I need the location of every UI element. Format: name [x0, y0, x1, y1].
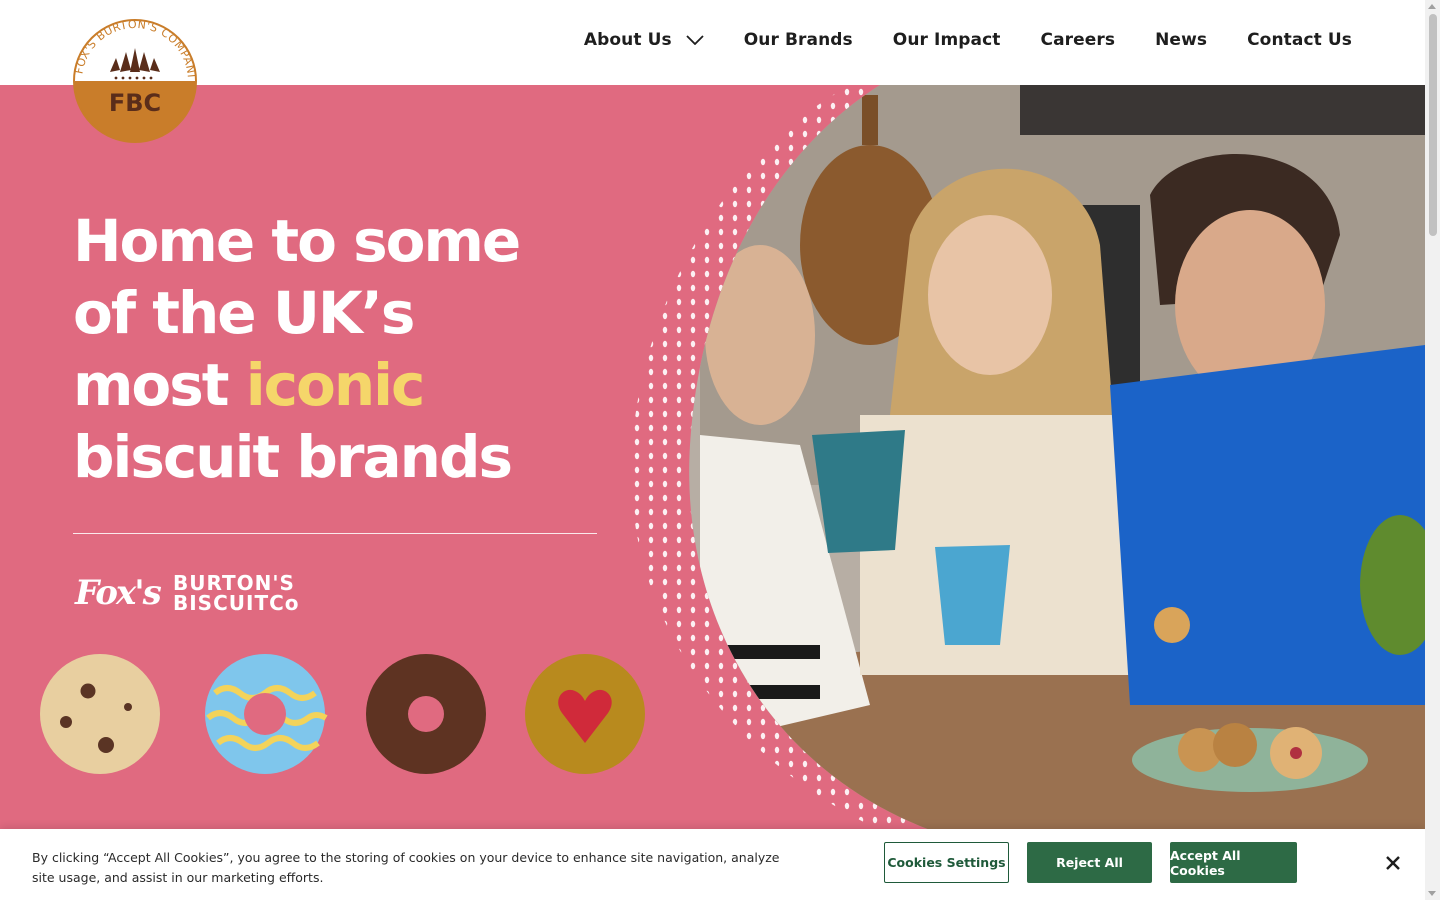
scroll-down-arrow-icon[interactable]: [1428, 891, 1436, 896]
page-scrollbar[interactable]: [1425, 0, 1440, 900]
hero-title-highlight: iconic: [245, 351, 426, 419]
nav-about-us-label: About Us: [583, 30, 672, 50]
logo-initials: FBC: [109, 89, 161, 117]
nav-news[interactable]: News: [1155, 30, 1207, 50]
hero-title-line-3: most: [73, 351, 246, 419]
fbc-logo[interactable]: FOX'S BURTON'S COMPANIES FBC: [68, 8, 198, 144]
nav-our-impact[interactable]: Our Impact: [893, 30, 1001, 50]
party-ring-biscuit-icon: [205, 654, 328, 774]
hero-title-line-4: biscuit brands: [73, 423, 513, 491]
chocolate-ring-biscuit-icon: [366, 654, 486, 774]
fbc-logo-graphic: FOX'S BURTON'S COMPANIES FBC: [68, 8, 197, 143]
nav-contact-us[interactable]: Contact Us: [1247, 30, 1352, 50]
cookie-biscuit-icon: [40, 654, 160, 774]
hero-title-line-2: of the UK’s: [73, 279, 415, 347]
brand-burtons-line-1: BURTON'S: [173, 571, 295, 595]
accept-all-cookies-button[interactable]: Accept All Cookies: [1170, 842, 1297, 883]
close-icon[interactable]: [1383, 853, 1403, 873]
main-nav: About Us Our Brands Our Impact Careers N…: [584, 30, 1352, 50]
cookies-settings-button[interactable]: Cookies Settings: [884, 842, 1009, 883]
scrollbar-thumb[interactable]: [1429, 14, 1437, 236]
hero-title-line-1: Home to some: [73, 207, 521, 275]
nav-our-brands[interactable]: Our Brands: [744, 30, 853, 50]
hero-title: Home to some of the UK’s most iconic bis…: [73, 205, 673, 493]
jammie-heart-biscuit-icon: [525, 654, 645, 774]
nav-about-us[interactable]: About Us: [584, 30, 704, 50]
nav-careers[interactable]: Careers: [1041, 30, 1116, 50]
scroll-up-arrow-icon[interactable]: [1428, 4, 1436, 9]
chevron-down-icon: [686, 35, 704, 45]
brand-logo-burtons[interactable]: BURTON'S BISCUITCo: [173, 573, 300, 613]
cookie-banner-text: By clicking “Accept All Cookies”, you ag…: [32, 850, 780, 885]
brand-burtons-line-2: BISCUITCo: [173, 591, 300, 615]
site-header: About Us Our Brands Our Impact Careers N…: [0, 0, 1425, 85]
hero-divider: [73, 533, 597, 534]
biscuit-icons: [40, 654, 645, 774]
cookie-banner: By clicking “Accept All Cookies”, you ag…: [0, 829, 1425, 900]
hero-section: Home to some of the UK’s most iconic bis…: [0, 85, 1425, 830]
reject-all-button[interactable]: Reject All: [1027, 842, 1152, 883]
brand-logo-foxs[interactable]: Fox's: [75, 573, 162, 613]
